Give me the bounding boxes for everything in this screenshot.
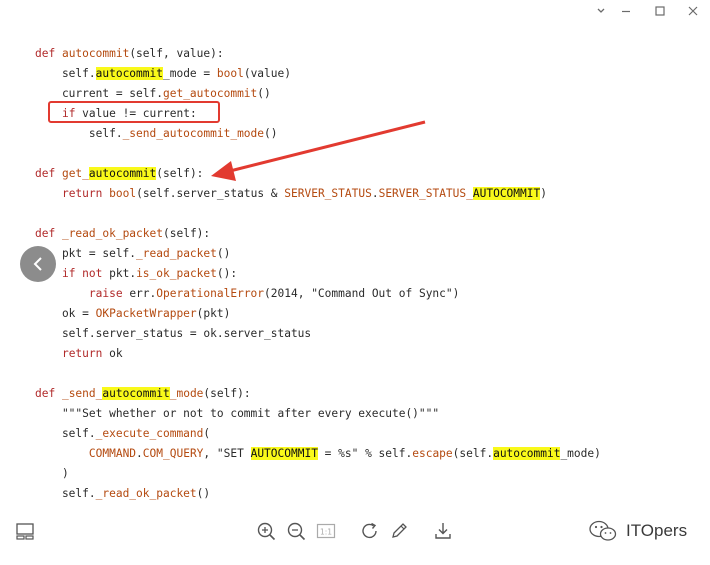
actual-size-button[interactable]: 1:1: [315, 520, 337, 542]
actual-size-icon: 1:1: [316, 523, 336, 539]
wechat-logo-icon: [589, 520, 617, 541]
download-button[interactable]: [432, 520, 454, 542]
svg-text:1:1: 1:1: [320, 528, 332, 537]
chevron-left-icon: [33, 257, 42, 271]
layout-icon: [16, 523, 34, 540]
rotate-button[interactable]: [359, 520, 381, 542]
annotation-arrow: [211, 120, 426, 181]
edit-button[interactable]: [388, 520, 410, 542]
zoom-out-icon: [287, 522, 306, 541]
zoom-in-icon: [257, 522, 276, 541]
brand-watermark: ITOpers: [588, 518, 687, 544]
rotate-icon: [362, 522, 377, 539]
edit-icon: [392, 523, 407, 538]
zoom-in-button[interactable]: [255, 520, 277, 542]
brand-name: ITOpers: [626, 521, 688, 540]
previous-page-button[interactable]: [20, 246, 56, 282]
zoom-out-button[interactable]: [285, 520, 307, 542]
layout-button[interactable]: [14, 520, 36, 542]
download-icon: [435, 523, 451, 539]
